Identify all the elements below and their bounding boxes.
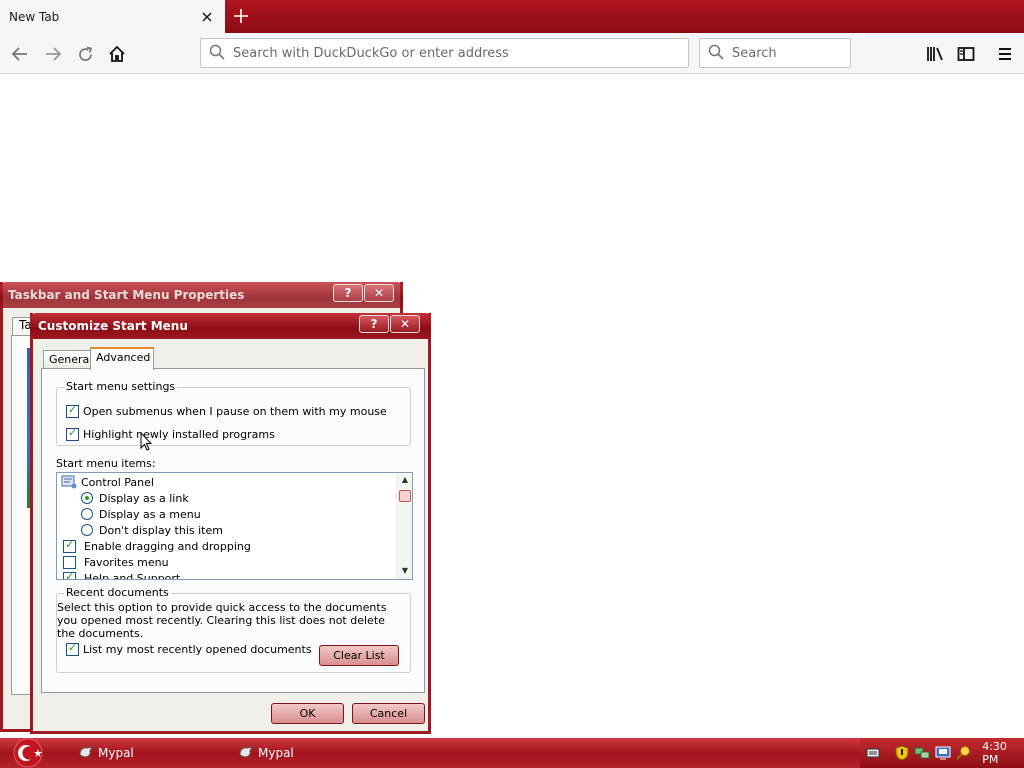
checkbox[interactable] <box>63 570 76 579</box>
radio-button[interactable] <box>81 524 93 536</box>
cancel-button[interactable]: Cancel <box>352 703 425 724</box>
checkbox[interactable] <box>63 555 76 569</box>
dialog-titlebar[interactable]: Taskbar and Start Menu Properties ? ✕ <box>0 282 403 308</box>
task-label: Mypal <box>98 746 134 760</box>
system-tray: 4:30 PM <box>860 738 1024 768</box>
list-item[interactable]: Favorites menu <box>63 554 169 570</box>
list-item[interactable]: Control Panel <box>61 474 154 490</box>
shield-icon[interactable] <box>894 745 909 761</box>
item-label: Enable dragging and dropping <box>84 539 251 553</box>
group-label: Start menu settings <box>64 380 178 393</box>
nav-toolbar <box>0 33 1024 74</box>
help-button[interactable]: ? <box>359 315 389 333</box>
start-button[interactable] <box>0 738 60 768</box>
list-item[interactable]: Display as a link <box>81 490 189 506</box>
recent-documents-description: Select this option to provide quick acce… <box>57 601 387 640</box>
radio-button[interactable] <box>81 508 93 520</box>
network-icon[interactable] <box>914 745 930 761</box>
dialog-title: Taskbar and Start Menu Properties <box>8 288 245 302</box>
option-label: Open submenus when I pause on them with … <box>83 405 387 418</box>
task-label: Mypal <box>258 746 294 760</box>
tab-advanced[interactable]: Advanced <box>90 347 154 370</box>
dialog-title: Customize Start Menu <box>38 319 188 333</box>
search-icon <box>209 44 229 63</box>
group-label: Recent documents <box>64 586 171 599</box>
screen: New Tab Search with DuckDuckGo or enter … <box>0 0 1024 768</box>
menu-icon[interactable] <box>992 41 1018 67</box>
close-button[interactable]: ✕ <box>390 315 420 333</box>
scroll-thumb[interactable] <box>399 490 411 502</box>
start-menu-items-list[interactable]: Control Panel Display as a link Display … <box>56 472 413 580</box>
search-icon <box>708 44 728 63</box>
back-arrow-icon[interactable] <box>7 41 33 67</box>
item-label: Favorites menu <box>84 555 169 569</box>
mypal-icon <box>78 745 94 762</box>
list-recent-documents-option[interactable]: List my most recently opened documents <box>66 641 312 656</box>
option-label: List my most recently opened documents <box>83 643 312 656</box>
checkbox[interactable] <box>66 641 79 656</box>
dialog-titlebar[interactable]: Customize Start Menu ? ✕ <box>30 313 431 339</box>
start-logo-icon <box>13 738 43 768</box>
home-icon[interactable] <box>104 41 130 67</box>
cursor-icon <box>140 432 152 451</box>
vertical-scrollbar[interactable]: ▲ ▼ <box>396 473 412 579</box>
search-bar[interactable] <box>699 38 851 68</box>
search-icon[interactable] <box>956 745 972 761</box>
scroll-down-icon[interactable]: ▼ <box>397 564 412 578</box>
item-label: Display as a menu <box>99 507 201 521</box>
close-button[interactable]: ✕ <box>364 284 394 302</box>
list-item[interactable]: Help and Support <box>63 570 181 580</box>
open-submenus-option[interactable]: Open submenus when I pause on them with … <box>66 403 387 418</box>
search-input[interactable] <box>732 45 850 61</box>
checkbox[interactable] <box>63 538 76 553</box>
start-menu-settings-group: Start menu settings Open submenus when I… <box>56 380 411 446</box>
customize-start-menu-dialog: Customize Start Menu ? ✕ General Advance… <box>30 313 431 734</box>
tab-general[interactable]: General <box>43 350 92 369</box>
forward-arrow-icon[interactable] <box>40 41 66 67</box>
reload-icon[interactable] <box>72 41 98 67</box>
address-bar[interactable] <box>200 38 689 68</box>
option-label: Highlight newly installed programs <box>83 428 275 441</box>
tab-strip: New Tab <box>0 0 1024 33</box>
address-input[interactable] <box>233 45 688 61</box>
clear-list-button[interactable]: Clear List <box>319 645 399 666</box>
taskbar-item-mypal[interactable]: Mypal <box>78 742 134 764</box>
help-button[interactable]: ? <box>333 284 363 302</box>
advanced-panel: Start menu settings Open submenus when I… <box>41 368 425 693</box>
taskbar-item-mypal[interactable]: Mypal <box>238 742 294 764</box>
ok-button[interactable]: OK <box>271 703 344 724</box>
monitor-icon[interactable] <box>935 745 951 761</box>
control-panel-icon <box>61 475 77 489</box>
highlight-new-programs-option[interactable]: Highlight newly installed programs <box>66 426 275 441</box>
clock[interactable]: 4:30 PM <box>982 740 1024 766</box>
radio-button[interactable] <box>81 492 93 504</box>
scroll-up-icon[interactable]: ▲ <box>397 473 412 487</box>
item-label: Don't display this item <box>99 523 223 537</box>
sidebar-icon[interactable] <box>953 41 979 67</box>
list-item[interactable]: Display as a menu <box>81 506 201 522</box>
taskbar: Mypal Mypal 4:30 PM <box>0 738 1024 768</box>
list-item[interactable]: Enable dragging and dropping <box>63 538 251 554</box>
tab-title: New Tab <box>9 9 60 24</box>
list-item[interactable]: Don't display this item <box>81 522 223 538</box>
checkbox[interactable] <box>66 403 79 418</box>
item-label: Help and Support <box>84 571 181 580</box>
item-label: Control Panel <box>81 475 154 489</box>
plus-icon[interactable] <box>229 4 253 28</box>
tab-new-tab[interactable]: New Tab <box>0 0 225 33</box>
keyboard-icon[interactable] <box>865 745 880 761</box>
checkbox[interactable] <box>66 426 79 441</box>
mypal-icon <box>238 745 254 762</box>
start-menu-items-label: Start menu items: <box>56 457 156 470</box>
library-icon[interactable] <box>922 41 948 67</box>
item-label: Display as a link <box>99 491 189 505</box>
close-icon[interactable] <box>197 7 217 27</box>
